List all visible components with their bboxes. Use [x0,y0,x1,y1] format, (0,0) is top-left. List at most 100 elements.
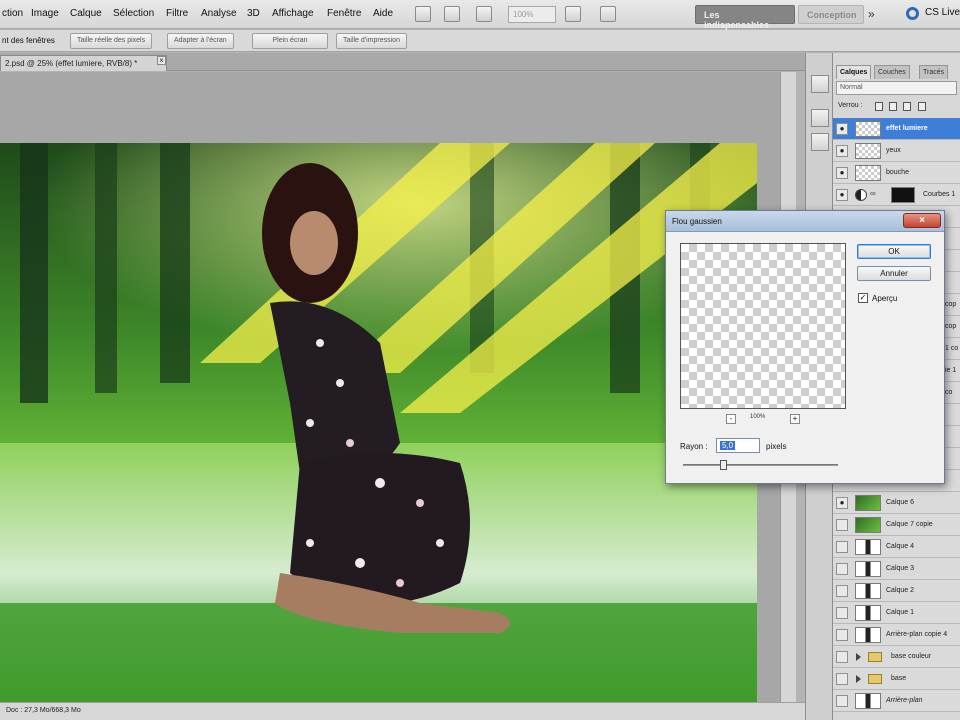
layer-thumbnail [855,517,881,533]
tab-layers[interactable]: Calques [836,65,872,79]
document-tab[interactable]: 2.psd @ 25% (effet lumiere, RVB/8) * [0,55,167,71]
cs-live-label[interactable]: CS Live [925,7,960,18]
layer-thumbnail [855,605,881,621]
blend-mode-select[interactable]: Normal [836,81,957,95]
lock-pixels-icon[interactable] [889,102,897,111]
close-document-icon[interactable]: × [157,56,166,65]
layer-yeux[interactable]: ● yeux [833,140,960,162]
tab-channels[interactable]: Couches [874,65,910,79]
radius-input[interactable]: 5,0 [716,438,760,453]
visibility-eye-icon[interactable]: ● [836,145,848,157]
visibility-toggle[interactable] [836,695,848,707]
layer-name: bouche [886,169,909,176]
zoom-tool-icon[interactable] [444,6,460,22]
zoom-in-button[interactable]: + [790,414,800,424]
menu-image[interactable]: Image [31,8,59,19]
dialog-titlebar[interactable]: Flou gaussien × [666,211,944,232]
folder-icon [868,674,882,684]
layer-effet-lumiere[interactable]: ● effet lumiere [833,118,960,140]
canvas-area[interactable] [0,72,780,703]
ok-button[interactable]: OK [857,244,931,259]
link-icon: ∞ [870,189,876,198]
visibility-eye-icon[interactable]: ● [836,497,848,509]
radius-slider-track[interactable] [683,464,838,466]
layer-calque-3[interactable]: Calque 3 [833,558,960,580]
menu-fenetre[interactable]: Fenêtre [327,8,361,19]
visibility-eye-icon[interactable]: ● [836,189,848,201]
photo-canvas[interactable] [0,143,757,703]
cs-live-icon[interactable] [906,7,919,20]
layer-calque-4[interactable]: Calque 4 [833,536,960,558]
layer-calque-7-copie[interactable]: Calque 7 copie [833,514,960,536]
lock-position-icon[interactable] [903,102,911,111]
preview-checkbox[interactable]: ✓ [858,293,868,303]
layer-name: Courbes 1 [923,191,956,198]
layer-calque-2[interactable]: Calque 2 [833,580,960,602]
menu-aide[interactable]: Aide [373,8,393,19]
lock-all-icon[interactable] [918,102,926,111]
tool-presets-icon[interactable] [811,109,829,127]
layer-name: yeux [886,147,901,154]
menu-filtre[interactable]: Filtre [166,8,188,19]
layer-mask-thumbnail [891,187,915,203]
history-panel-icon[interactable] [811,75,829,93]
layer-calque-6[interactable]: ● Calque 6 [833,492,960,514]
workspace-essentials-button[interactable]: Les indispensables [695,5,795,30]
radius-slider-thumb[interactable] [720,460,727,470]
layer-name: Arrière-plan copie 4 [886,631,948,638]
visibility-toggle[interactable] [836,651,848,663]
visibility-toggle[interactable] [836,519,848,531]
layer-name: Calque 1 [886,609,915,616]
expand-triangle-icon[interactable] [856,653,861,661]
menu-edition[interactable]: ction [2,8,23,19]
status-bar: Doc : 27,3 Mo/668,3 Mo [0,702,805,720]
visibility-toggle[interactable] [836,629,848,641]
brush-panel-icon[interactable] [811,133,829,151]
cancel-button[interactable]: Annuler [857,266,931,281]
layer-courbes-1[interactable]: ● ∞ Courbes 1 [833,184,960,206]
visibility-eye-icon[interactable]: ● [836,123,848,135]
tab-paths[interactable]: Tracés [919,65,949,79]
arrange-documents-icon[interactable] [565,6,581,22]
layer-name-partial: cop [945,323,957,330]
layer-name: Calque 2 [886,587,915,594]
actual-pixels-button[interactable]: Taille réelle des pixels [70,33,153,49]
visibility-toggle[interactable] [836,563,848,575]
group-base[interactable]: base [833,668,960,690]
layer-arriere-plan[interactable]: Arrière-plan [833,690,960,712]
lock-transparency-icon[interactable] [875,102,883,111]
layer-calque-1[interactable]: Calque 1 [833,602,960,624]
visibility-toggle[interactable] [836,673,848,685]
menu-3d[interactable]: 3D [247,8,260,19]
visibility-toggle[interactable] [836,607,848,619]
layer-name-partial: co [945,389,953,396]
layer-name: Arrière-plan [886,697,923,704]
layer-bouche[interactable]: ● bouche [833,162,960,184]
screen-mode-icon[interactable] [476,6,492,22]
radius-unit-label: pixels [766,442,787,451]
workspace-design-button[interactable]: Conception [798,5,864,24]
document-tab-title: 2.psd @ 25% (effet lumiere, RVB/8) * [5,59,138,68]
visibility-toggle[interactable] [836,585,848,597]
visibility-toggle[interactable] [836,541,848,553]
menu-calque[interactable]: Calque [70,8,102,19]
hand-tool-icon[interactable] [415,6,431,22]
more-workspaces-chevron-icon[interactable]: » [868,7,875,21]
zoom-out-button[interactable]: - [726,414,736,424]
layer-arriere-plan-copie-4[interactable]: Arrière-plan copie 4 [833,624,960,646]
menu-analyse[interactable]: Analyse [201,8,237,19]
group-base-couleur[interactable]: base couleur [833,646,960,668]
expand-triangle-icon[interactable] [856,675,861,683]
print-size-button[interactable]: Taille d'impression [336,33,407,49]
menu-selection[interactable]: Sélection [113,8,154,19]
layer-thumbnail [855,583,881,599]
visibility-eye-icon[interactable]: ● [836,167,848,179]
screen-mode-menu-icon[interactable] [600,6,616,22]
blur-preview-area[interactable] [680,243,846,409]
fill-screen-button[interactable]: Plein écran [252,33,328,49]
zoom-level-field[interactable]: 100% [508,6,556,23]
close-icon[interactable]: × [903,213,941,228]
fit-screen-button[interactable]: Adapter à l'écran [167,33,234,49]
layer-thumbnail [855,539,881,555]
menu-affichage[interactable]: Affichage [272,8,314,19]
